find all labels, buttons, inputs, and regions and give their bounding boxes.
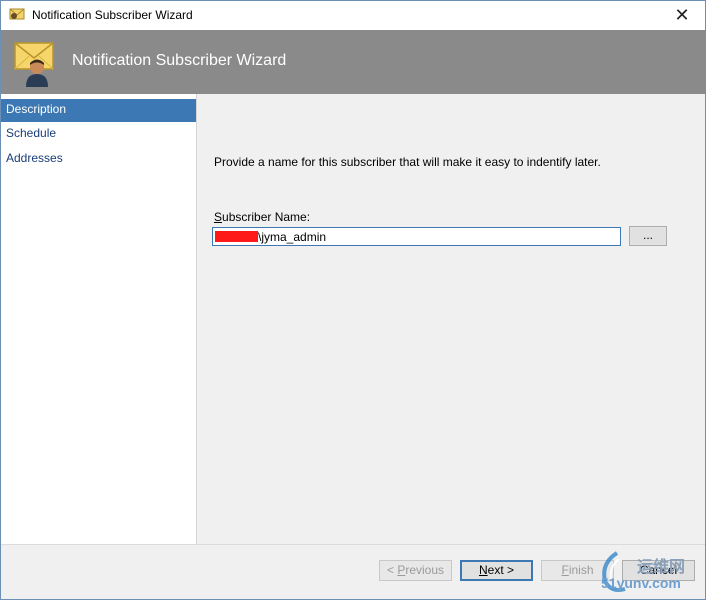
cancel-button[interactable]: Cancel — [622, 560, 695, 581]
wizard-banner: Notification Subscriber Wizard — [1, 30, 705, 94]
next-mnemonic: N — [478, 563, 488, 577]
close-button[interactable]: ✕ — [659, 1, 705, 30]
subscriber-label-rest: ubscriber Name: — [222, 210, 311, 224]
finish-rest: inish — [568, 563, 594, 577]
subscriber-name-value: \jyma_admin — [258, 230, 327, 244]
subscriber-name-label: Subscriber Name: — [214, 210, 310, 224]
description-page: Provide a name for this subscriber that … — [197, 94, 705, 544]
footer-divider — [1, 544, 705, 545]
next-button[interactable]: Next > — [460, 560, 533, 581]
envelope-user-icon — [14, 42, 54, 87]
finish-mnemonic: F — [561, 563, 569, 577]
nav-item-schedule[interactable]: Schedule — [1, 123, 196, 146]
nav-item-description[interactable]: Description — [1, 99, 196, 122]
redaction-mark — [215, 231, 258, 242]
subscriber-name-input[interactable]: \jyma_admin — [212, 227, 621, 246]
wizard-window: Notification Subscriber Wizard ✕ Notific… — [0, 0, 706, 600]
previous-prefix: < — [386, 563, 398, 577]
title-bar: Notification Subscriber Wizard ✕ — [1, 1, 705, 30]
window-title: Notification Subscriber Wizard — [32, 8, 193, 22]
subscriber-label-mnemonic: S — [214, 210, 223, 224]
instruction-text: Provide a name for this subscriber that … — [214, 155, 601, 169]
banner-title: Notification Subscriber Wizard — [72, 52, 287, 69]
nav-item-addresses[interactable]: Addresses — [1, 148, 196, 171]
wizard-footer: < Previous Next > Finish Cancel — [1, 544, 705, 599]
next-rest: ext > — [487, 563, 515, 577]
previous-button[interactable]: < Previous — [379, 560, 452, 581]
finish-button[interactable]: Finish — [541, 560, 614, 581]
wizard-app-icon — [9, 8, 25, 20]
close-icon: ✕ — [674, 5, 690, 25]
previous-rest: revious — [405, 563, 445, 577]
browse-button[interactable]: ... — [629, 226, 667, 246]
wizard-step-nav: Description Schedule Addresses — [1, 94, 197, 544]
